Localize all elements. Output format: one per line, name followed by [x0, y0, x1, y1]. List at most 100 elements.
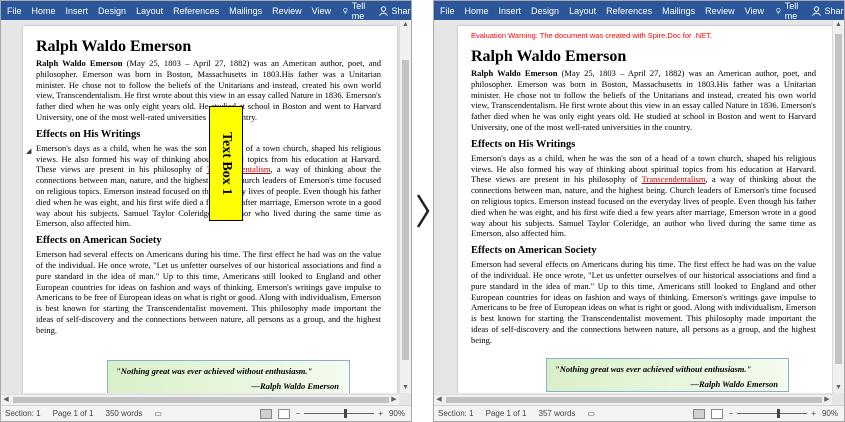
scroll-down-icon[interactable]: ▼ — [833, 383, 844, 393]
scroll-up-icon[interactable]: ▲ — [833, 20, 844, 30]
share-button[interactable]: Share — [811, 5, 844, 16]
proofing-icon[interactable]: ▭ — [154, 409, 162, 418]
tab-layout[interactable]: Layout — [136, 6, 163, 16]
tell-me-button[interactable]: Tell me — [343, 1, 369, 21]
tab-mailings[interactable]: Mailings — [662, 6, 695, 16]
transcendentalism-link[interactable]: Transcendentalism — [642, 174, 706, 184]
vertical-scroll-thumb[interactable] — [402, 60, 409, 360]
print-layout-button[interactable] — [692, 408, 705, 419]
print-layout-button[interactable] — [259, 408, 272, 419]
intro-name: Ralph Waldo Emerson — [36, 58, 123, 68]
vertical-scroll-thumb[interactable] — [835, 34, 842, 364]
tab-references[interactable]: References — [606, 6, 652, 16]
scroll-left-icon[interactable]: ◀ — [434, 395, 444, 405]
heading-writings: Effects on His Writings — [471, 138, 576, 150]
person-share-icon — [378, 5, 388, 16]
comparison-divider — [412, 0, 433, 422]
heading-society: Effects on American Society — [36, 235, 162, 247]
zoom-level[interactable]: 90% — [389, 409, 405, 418]
vertical-scrollbar[interactable]: ▲ ▼ — [399, 20, 411, 393]
tab-view[interactable]: View — [745, 6, 764, 16]
right-word-window: File Home Insert Design Layout Reference… — [433, 0, 845, 422]
word-count[interactable]: 350 words — [106, 409, 143, 418]
tab-review[interactable]: Review — [705, 6, 735, 16]
page-indicator[interactable]: Page 1 of 1 — [486, 409, 527, 418]
web-layout-button[interactable] — [277, 408, 290, 419]
proofing-icon[interactable]: ▭ — [587, 409, 595, 418]
text-box-1[interactable]: Text Box 1 — [209, 106, 243, 221]
share-button[interactable]: Share — [378, 5, 411, 16]
ribbon-tabs: File Home Insert Design Layout Reference… — [434, 1, 844, 21]
scroll-up-icon[interactable]: ▲ — [400, 20, 411, 30]
quote-box: "Nothing great was ever achieved without… — [546, 358, 789, 392]
tab-view[interactable]: View — [312, 6, 331, 16]
horizontal-scrollbar[interactable]: ◀ ▶ — [434, 394, 832, 405]
tab-layout[interactable]: Layout — [569, 6, 596, 16]
section-indicator[interactable]: Section: 1 — [5, 409, 41, 418]
lightbulb-icon — [776, 7, 781, 13]
quote-text: "Nothing great was ever achieved without… — [116, 366, 313, 376]
status-bar: Section: 1 Page 1 of 1 350 words ▭ − + 9… — [1, 405, 411, 421]
society-paragraph: Emerson had several effects on Americans… — [471, 259, 816, 345]
tab-file[interactable]: File — [440, 6, 455, 16]
scroll-down-icon[interactable]: ▼ — [400, 383, 411, 393]
society-paragraph: Emerson had several effects on Americans… — [36, 249, 381, 335]
zoom-slider[interactable]: − + — [296, 409, 383, 418]
tell-me-label: Tell me — [351, 0, 366, 21]
writings-paragraph: Emerson's days as a child, when he was t… — [471, 153, 816, 239]
quote-text: "Nothing great was ever achieved without… — [555, 364, 752, 374]
tell-me-button[interactable]: Tell me — [776, 1, 802, 21]
tab-file[interactable]: File — [7, 6, 22, 16]
horizontal-scrollbar[interactable]: ◀ ▶ — [1, 394, 399, 405]
lightbulb-icon — [343, 7, 348, 13]
quote-box: "Nothing great was ever achieved without… — [107, 360, 350, 393]
word-count[interactable]: 357 words — [539, 409, 576, 418]
tab-design[interactable]: Design — [531, 6, 559, 16]
tab-insert[interactable]: Insert — [66, 6, 89, 16]
tab-review[interactable]: Review — [272, 6, 302, 16]
tab-mailings[interactable]: Mailings — [229, 6, 262, 16]
person-share-icon — [811, 5, 821, 16]
document-title: Ralph Waldo Emerson — [36, 38, 192, 55]
share-label: Share — [824, 5, 844, 16]
evaluation-warning: Evaluation Warning: The document was cre… — [471, 31, 712, 40]
tab-design[interactable]: Design — [98, 6, 126, 16]
document-canvas[interactable]: Ralph Waldo Emerson Ralph Waldo Emerson … — [1, 20, 399, 393]
paragraph-collapse-icon[interactable]: ◢ — [26, 147, 31, 155]
page-indicator[interactable]: Page 1 of 1 — [53, 409, 94, 418]
zoom-plus-icon[interactable]: + — [811, 409, 816, 418]
ribbon-tabs: File Home Insert Design Layout Reference… — [1, 1, 411, 21]
web-layout-button[interactable] — [710, 408, 723, 419]
heading-society: Effects on American Society — [471, 245, 597, 257]
horizontal-scroll-thumb[interactable] — [446, 397, 822, 403]
zoom-plus-icon[interactable]: + — [378, 409, 383, 418]
section-indicator[interactable]: Section: 1 — [438, 409, 474, 418]
document-title: Ralph Waldo Emerson — [471, 48, 627, 65]
horizontal-scroll-thumb[interactable] — [13, 397, 389, 403]
text-box-label: Text Box 1 — [219, 131, 234, 196]
tab-insert[interactable]: Insert — [499, 6, 522, 16]
share-label: Share — [391, 5, 411, 16]
tab-references[interactable]: References — [173, 6, 219, 16]
document-page[interactable]: Ralph Waldo Emerson Ralph Waldo Emerson … — [23, 26, 397, 393]
scroll-right-icon[interactable]: ▶ — [389, 395, 399, 405]
tab-home[interactable]: Home — [32, 6, 56, 16]
status-bar: Section: 1 Page 1 of 1 357 words ▭ − + 9… — [434, 405, 844, 421]
tell-me-label: Tell me — [784, 0, 799, 21]
intro-paragraph: Ralph Waldo Emerson (May 25, 1803 – Apri… — [471, 68, 816, 133]
vertical-scrollbar[interactable]: ▲ ▼ — [832, 20, 844, 393]
intro-name: Ralph Waldo Emerson — [471, 68, 558, 78]
zoom-level[interactable]: 90% — [822, 409, 838, 418]
left-word-window: File Home Insert Design Layout Reference… — [0, 0, 412, 422]
zoom-slider[interactable]: − + — [729, 409, 816, 418]
chevron-right-icon — [416, 194, 429, 228]
zoom-minus-icon[interactable]: − — [729, 409, 734, 418]
quote-author: —Ralph Waldo Emerson — [690, 379, 778, 389]
quote-author: —Ralph Waldo Emerson — [251, 381, 339, 391]
tab-home[interactable]: Home — [465, 6, 489, 16]
document-page[interactable]: Evaluation Warning: The document was cre… — [458, 26, 832, 393]
scroll-left-icon[interactable]: ◀ — [1, 395, 11, 405]
zoom-minus-icon[interactable]: − — [296, 409, 301, 418]
document-canvas[interactable]: Evaluation Warning: The document was cre… — [434, 20, 832, 393]
scroll-right-icon[interactable]: ▶ — [822, 395, 832, 405]
